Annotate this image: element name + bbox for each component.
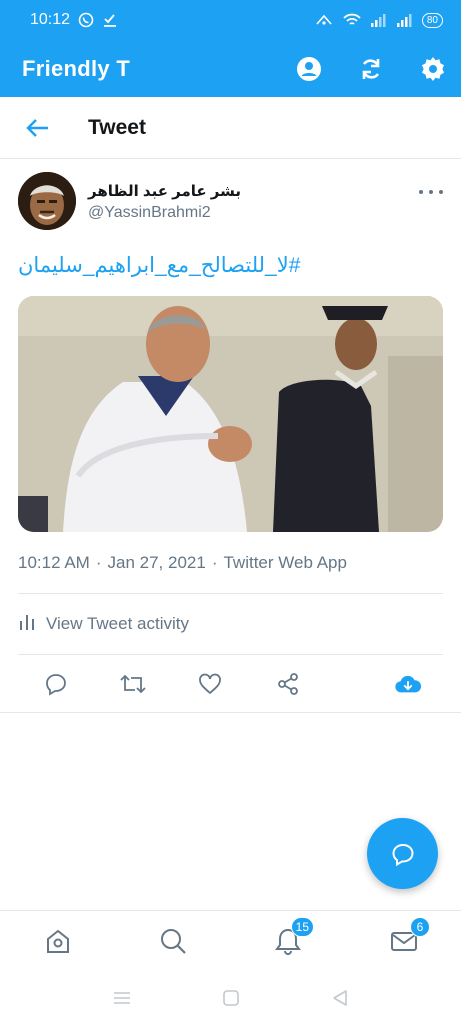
retweet-icon[interactable] [119, 670, 147, 698]
status-bar: 10:12 80 [0, 0, 461, 40]
author-name[interactable]: بشر عامر عبد الظاهر [88, 182, 241, 200]
refresh-icon[interactable] [357, 55, 385, 83]
data-icon [314, 13, 334, 27]
home-icon[interactable] [42, 925, 74, 957]
compose-reply-button[interactable] [367, 818, 438, 889]
wifi-icon [342, 12, 362, 28]
more-options-icon[interactable] [419, 184, 443, 200]
whatsapp-icon [78, 12, 94, 28]
signal-icon [370, 13, 388, 27]
tweet-meta: 10:12 AM · Jan 27, 2021 · Twitter Web App [18, 553, 347, 572]
divider [18, 593, 443, 594]
download-done-icon [102, 12, 118, 28]
menu-icon[interactable] [110, 986, 134, 1010]
app-bar: Friendly T [0, 40, 461, 97]
activity-label: View Tweet activity [46, 614, 189, 633]
account-icon[interactable] [295, 55, 323, 83]
sub-header: Tweet [0, 97, 461, 159]
tweet-hashtag[interactable]: #لا_للتصالح_مع_ابراهيم_سليمان [18, 253, 443, 278]
search-icon[interactable] [157, 925, 189, 957]
messages-icon[interactable]: 6 [388, 917, 430, 957]
notifications-icon[interactable]: 15 [272, 917, 314, 957]
bottom-nav: 15 6 [0, 910, 461, 968]
app-title: Friendly T [22, 55, 131, 81]
system-nav-bar [0, 970, 461, 1024]
tweet-date: Jan 27, 2021 [107, 553, 206, 572]
status-time: 10:12 [30, 11, 71, 28]
messages-badge: 6 [410, 917, 430, 937]
author-handle[interactable]: @YassinBrahmi2 [88, 204, 211, 222]
battery-icon: 80 [421, 12, 443, 28]
share-icon[interactable] [274, 670, 302, 698]
back-triangle-icon[interactable] [328, 986, 352, 1010]
tweet-photo[interactable] [18, 296, 443, 532]
view-tweet-activity-button[interactable]: View Tweet activity [18, 606, 443, 642]
tweet-author: بشر عامر عبد الظاهر @YassinBrahmi2 [18, 170, 443, 234]
reply-icon [391, 843, 414, 866]
avatar[interactable] [18, 172, 76, 230]
back-arrow-icon[interactable] [24, 114, 52, 142]
like-icon[interactable] [196, 670, 224, 698]
signal-icon [396, 13, 414, 27]
divider [18, 654, 443, 655]
tweet-time: 10:12 AM [18, 553, 90, 572]
tweet-actions [0, 660, 461, 708]
settings-icon[interactable] [419, 55, 447, 83]
tweet-source: Twitter Web App [223, 553, 347, 572]
notifications-badge: 15 [290, 917, 314, 937]
divider [0, 712, 461, 713]
page-title: Tweet [88, 115, 146, 139]
reply-icon[interactable] [42, 670, 70, 698]
cloud-download-icon[interactable] [394, 670, 422, 698]
activity-chart-icon [18, 613, 36, 636]
home-square-icon[interactable] [219, 986, 243, 1010]
